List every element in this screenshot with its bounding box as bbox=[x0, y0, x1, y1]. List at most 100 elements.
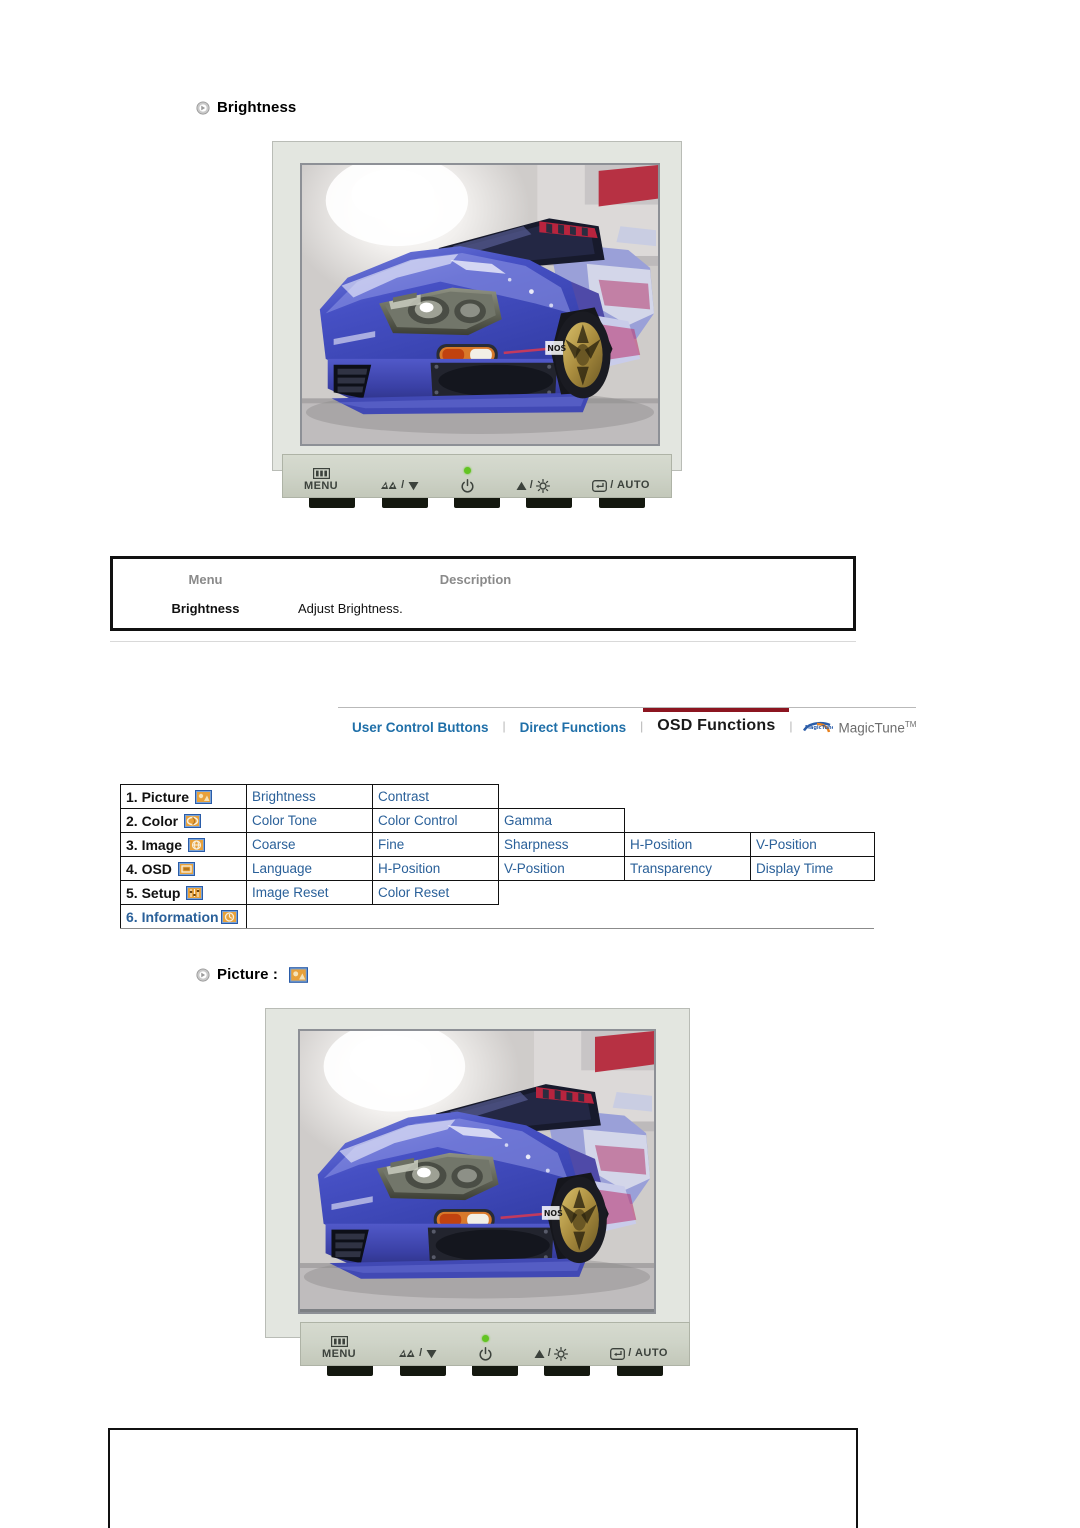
osd-empty-cell bbox=[373, 905, 499, 929]
physical-button[interactable] bbox=[453, 498, 500, 508]
physical-button[interactable] bbox=[616, 1366, 663, 1376]
table-row: 2. Color Color Tone Color Control Gamma bbox=[120, 808, 875, 833]
osd-row-label-text: 5. Setup bbox=[126, 884, 181, 901]
monitor-screen: NOS bbox=[300, 163, 660, 446]
osd-row-label-text: 3. Image bbox=[126, 836, 183, 853]
monitor-button-menu[interactable]: MENU bbox=[304, 466, 338, 493]
osd-icon bbox=[177, 861, 195, 876]
image-icon bbox=[188, 837, 206, 852]
monitor-button-enter-auto-label: / AUTO bbox=[610, 478, 650, 491]
table-row: 3. Image Coarse Fine Sharpness H-Positio… bbox=[120, 832, 875, 857]
physical-button[interactable] bbox=[598, 498, 645, 508]
trademark-symbol: TM bbox=[904, 719, 917, 729]
tab-user-control-buttons[interactable]: User Control Buttons bbox=[338, 714, 503, 739]
monitor-button-source-down[interactable]: / bbox=[380, 478, 419, 493]
monitor-button-enter-auto[interactable]: / AUTO bbox=[610, 1346, 668, 1361]
picture-section-heading: Picture : bbox=[196, 966, 308, 983]
table-header-row: Menu Description bbox=[113, 559, 853, 587]
monitor-button-menu[interactable]: MENU bbox=[322, 1334, 356, 1361]
osd-row-label-setup: 5. Setup bbox=[120, 880, 247, 905]
up-arrow-icon bbox=[534, 1349, 545, 1358]
picture-icon bbox=[195, 789, 213, 804]
physical-button[interactable] bbox=[309, 498, 356, 508]
down-arrow-icon bbox=[426, 1349, 437, 1358]
monitor-physical-buttons bbox=[296, 498, 658, 508]
physical-button[interactable] bbox=[526, 498, 573, 508]
osd-empty-cell bbox=[499, 785, 625, 809]
osd-item-display-time[interactable]: Display Time bbox=[750, 856, 875, 881]
arrow-bullet-icon bbox=[196, 967, 210, 982]
osd-row-label-color: 2. Color bbox=[120, 808, 247, 833]
arrow-bullet-icon bbox=[196, 100, 210, 115]
power-led-indicator bbox=[463, 467, 471, 474]
tab-magictune[interactable]: MagicTune MagicTuneTM bbox=[793, 714, 917, 740]
osd-row-label-picture: 1. Picture bbox=[120, 784, 247, 809]
picture-heading-label: Picture : bbox=[217, 966, 278, 983]
enter-auto-icon bbox=[610, 1347, 626, 1360]
osd-item-color-tone[interactable]: Color Tone bbox=[246, 808, 373, 833]
monitor-button-enter-auto[interactable]: / AUTO bbox=[592, 478, 650, 493]
osd-item-language[interactable]: Language bbox=[246, 856, 373, 881]
screen-content-car-photo: NOS bbox=[300, 1031, 654, 1310]
tab-direct-functions[interactable]: Direct Functions bbox=[506, 714, 641, 739]
monitor-button-up-brightness[interactable]: / bbox=[534, 1346, 569, 1361]
osd-item-image-reset[interactable]: Image Reset bbox=[246, 880, 373, 905]
osd-empty-cell bbox=[751, 809, 875, 833]
source-down-icon bbox=[399, 1349, 415, 1357]
osd-item-fine[interactable]: Fine bbox=[372, 832, 499, 857]
physical-button[interactable] bbox=[399, 1366, 446, 1376]
osd-item-contrast[interactable]: Contrast bbox=[372, 784, 499, 809]
osd-table-bottom-rule bbox=[120, 928, 874, 929]
osd-row-label-text: 2. Color bbox=[126, 812, 179, 829]
osd-empty-cell bbox=[751, 905, 875, 929]
osd-item-coarse[interactable]: Coarse bbox=[246, 832, 373, 857]
osd-item-color-reset[interactable]: Color Reset bbox=[372, 880, 499, 905]
monitor-screen: NOS bbox=[298, 1029, 656, 1314]
physical-button[interactable] bbox=[544, 1366, 591, 1376]
osd-row-label-information[interactable]: 6. Information bbox=[120, 904, 247, 929]
monitor-illustration-1: NOS MENU / / / AUTO bbox=[272, 141, 682, 511]
section-divider bbox=[110, 641, 856, 642]
monitor-button-power[interactable] bbox=[479, 1335, 492, 1361]
osd-item-gamma[interactable]: Gamma bbox=[498, 808, 625, 833]
osd-empty-cell bbox=[625, 785, 751, 809]
column-header-description: Description bbox=[439, 572, 512, 587]
osd-item-h-position[interactable]: H-Position bbox=[372, 856, 499, 881]
monitor-button-enter-auto-label: / AUTO bbox=[628, 1346, 668, 1359]
physical-button[interactable] bbox=[381, 498, 428, 508]
svg-text:MagicTune: MagicTune bbox=[805, 725, 833, 731]
osd-empty-cell bbox=[625, 905, 751, 929]
physical-button[interactable] bbox=[327, 1366, 374, 1376]
monitor-button-up-brightness[interactable]: / bbox=[516, 478, 551, 493]
monitor-button-menu-label: MENU bbox=[322, 1348, 357, 1361]
monitor-button-power[interactable] bbox=[461, 467, 474, 493]
table-row: Brightness Adjust Brightness. bbox=[113, 587, 853, 616]
monitor-physical-buttons bbox=[314, 1366, 676, 1376]
monitor-button-menu-label: MENU bbox=[304, 480, 339, 493]
brightness-heading-label: Brightness bbox=[217, 99, 297, 116]
magictune-logo-icon: MagicTune bbox=[802, 721, 833, 733]
osd-item-h-position[interactable]: H-Position bbox=[624, 832, 751, 857]
osd-empty-cell bbox=[499, 881, 625, 905]
row-description: Adjust Brightness. bbox=[298, 601, 403, 616]
osd-item-v-position[interactable]: V-Position bbox=[750, 832, 875, 857]
monitor-illustration-2: NOS MENU / / / AUTO bbox=[265, 1008, 690, 1380]
monitor-button-source-down[interactable]: / bbox=[398, 1346, 437, 1361]
osd-empty-cell bbox=[751, 881, 875, 905]
setup-icon bbox=[186, 885, 204, 900]
screen-content-car-photo: NOS bbox=[302, 165, 658, 444]
osd-item-color-control[interactable]: Color Control bbox=[372, 808, 499, 833]
tab-osd-functions[interactable]: OSD Functions bbox=[643, 708, 790, 739]
physical-button[interactable] bbox=[471, 1366, 518, 1376]
osd-item-v-position[interactable]: V-Position bbox=[498, 856, 625, 881]
row-menu-name: Brightness bbox=[171, 601, 240, 616]
osd-item-transparency[interactable]: Transparency bbox=[624, 856, 751, 881]
bottom-table-frame bbox=[108, 1428, 858, 1528]
column-header-menu: Menu bbox=[188, 572, 223, 587]
color-icon bbox=[184, 813, 202, 828]
nav-tabbar: User Control Buttons | Direct Functions … bbox=[338, 707, 917, 740]
osd-item-sharpness[interactable]: Sharpness bbox=[498, 832, 625, 857]
magictune-label: MagicTune bbox=[838, 720, 905, 735]
osd-item-brightness[interactable]: Brightness bbox=[246, 784, 373, 809]
svg-text:NOS: NOS bbox=[544, 1209, 563, 1218]
